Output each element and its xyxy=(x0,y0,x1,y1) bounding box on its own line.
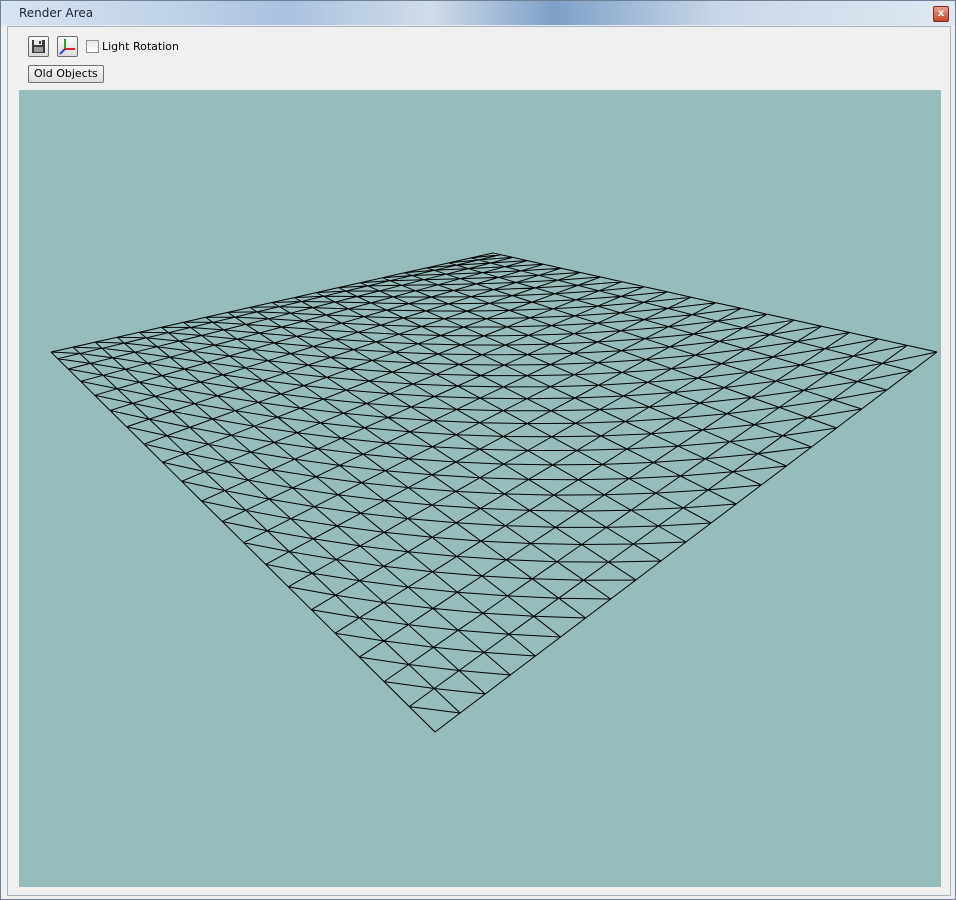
render-viewport[interactable] xyxy=(19,90,941,887)
close-button[interactable]: x xyxy=(933,6,949,22)
save-button[interactable] xyxy=(28,36,49,57)
light-rotation-checkbox[interactable] xyxy=(86,40,99,53)
close-icon: x xyxy=(937,8,945,19)
render-area-window: Render Area x Light Rotation Old Objects xyxy=(0,0,956,900)
xyz-axes-icon xyxy=(59,39,75,55)
wireframe-mesh xyxy=(50,252,938,733)
axes-button[interactable] xyxy=(57,36,78,57)
mesh-lines xyxy=(50,252,938,733)
client-area: Light Rotation Old Objects xyxy=(7,26,951,896)
floppy-disk-icon xyxy=(32,40,45,53)
light-rotation-label: Light Rotation xyxy=(102,40,179,53)
window-title: Render Area xyxy=(19,6,94,20)
old-objects-button[interactable]: Old Objects xyxy=(28,65,104,83)
title-bar[interactable]: Render Area x xyxy=(1,1,955,25)
